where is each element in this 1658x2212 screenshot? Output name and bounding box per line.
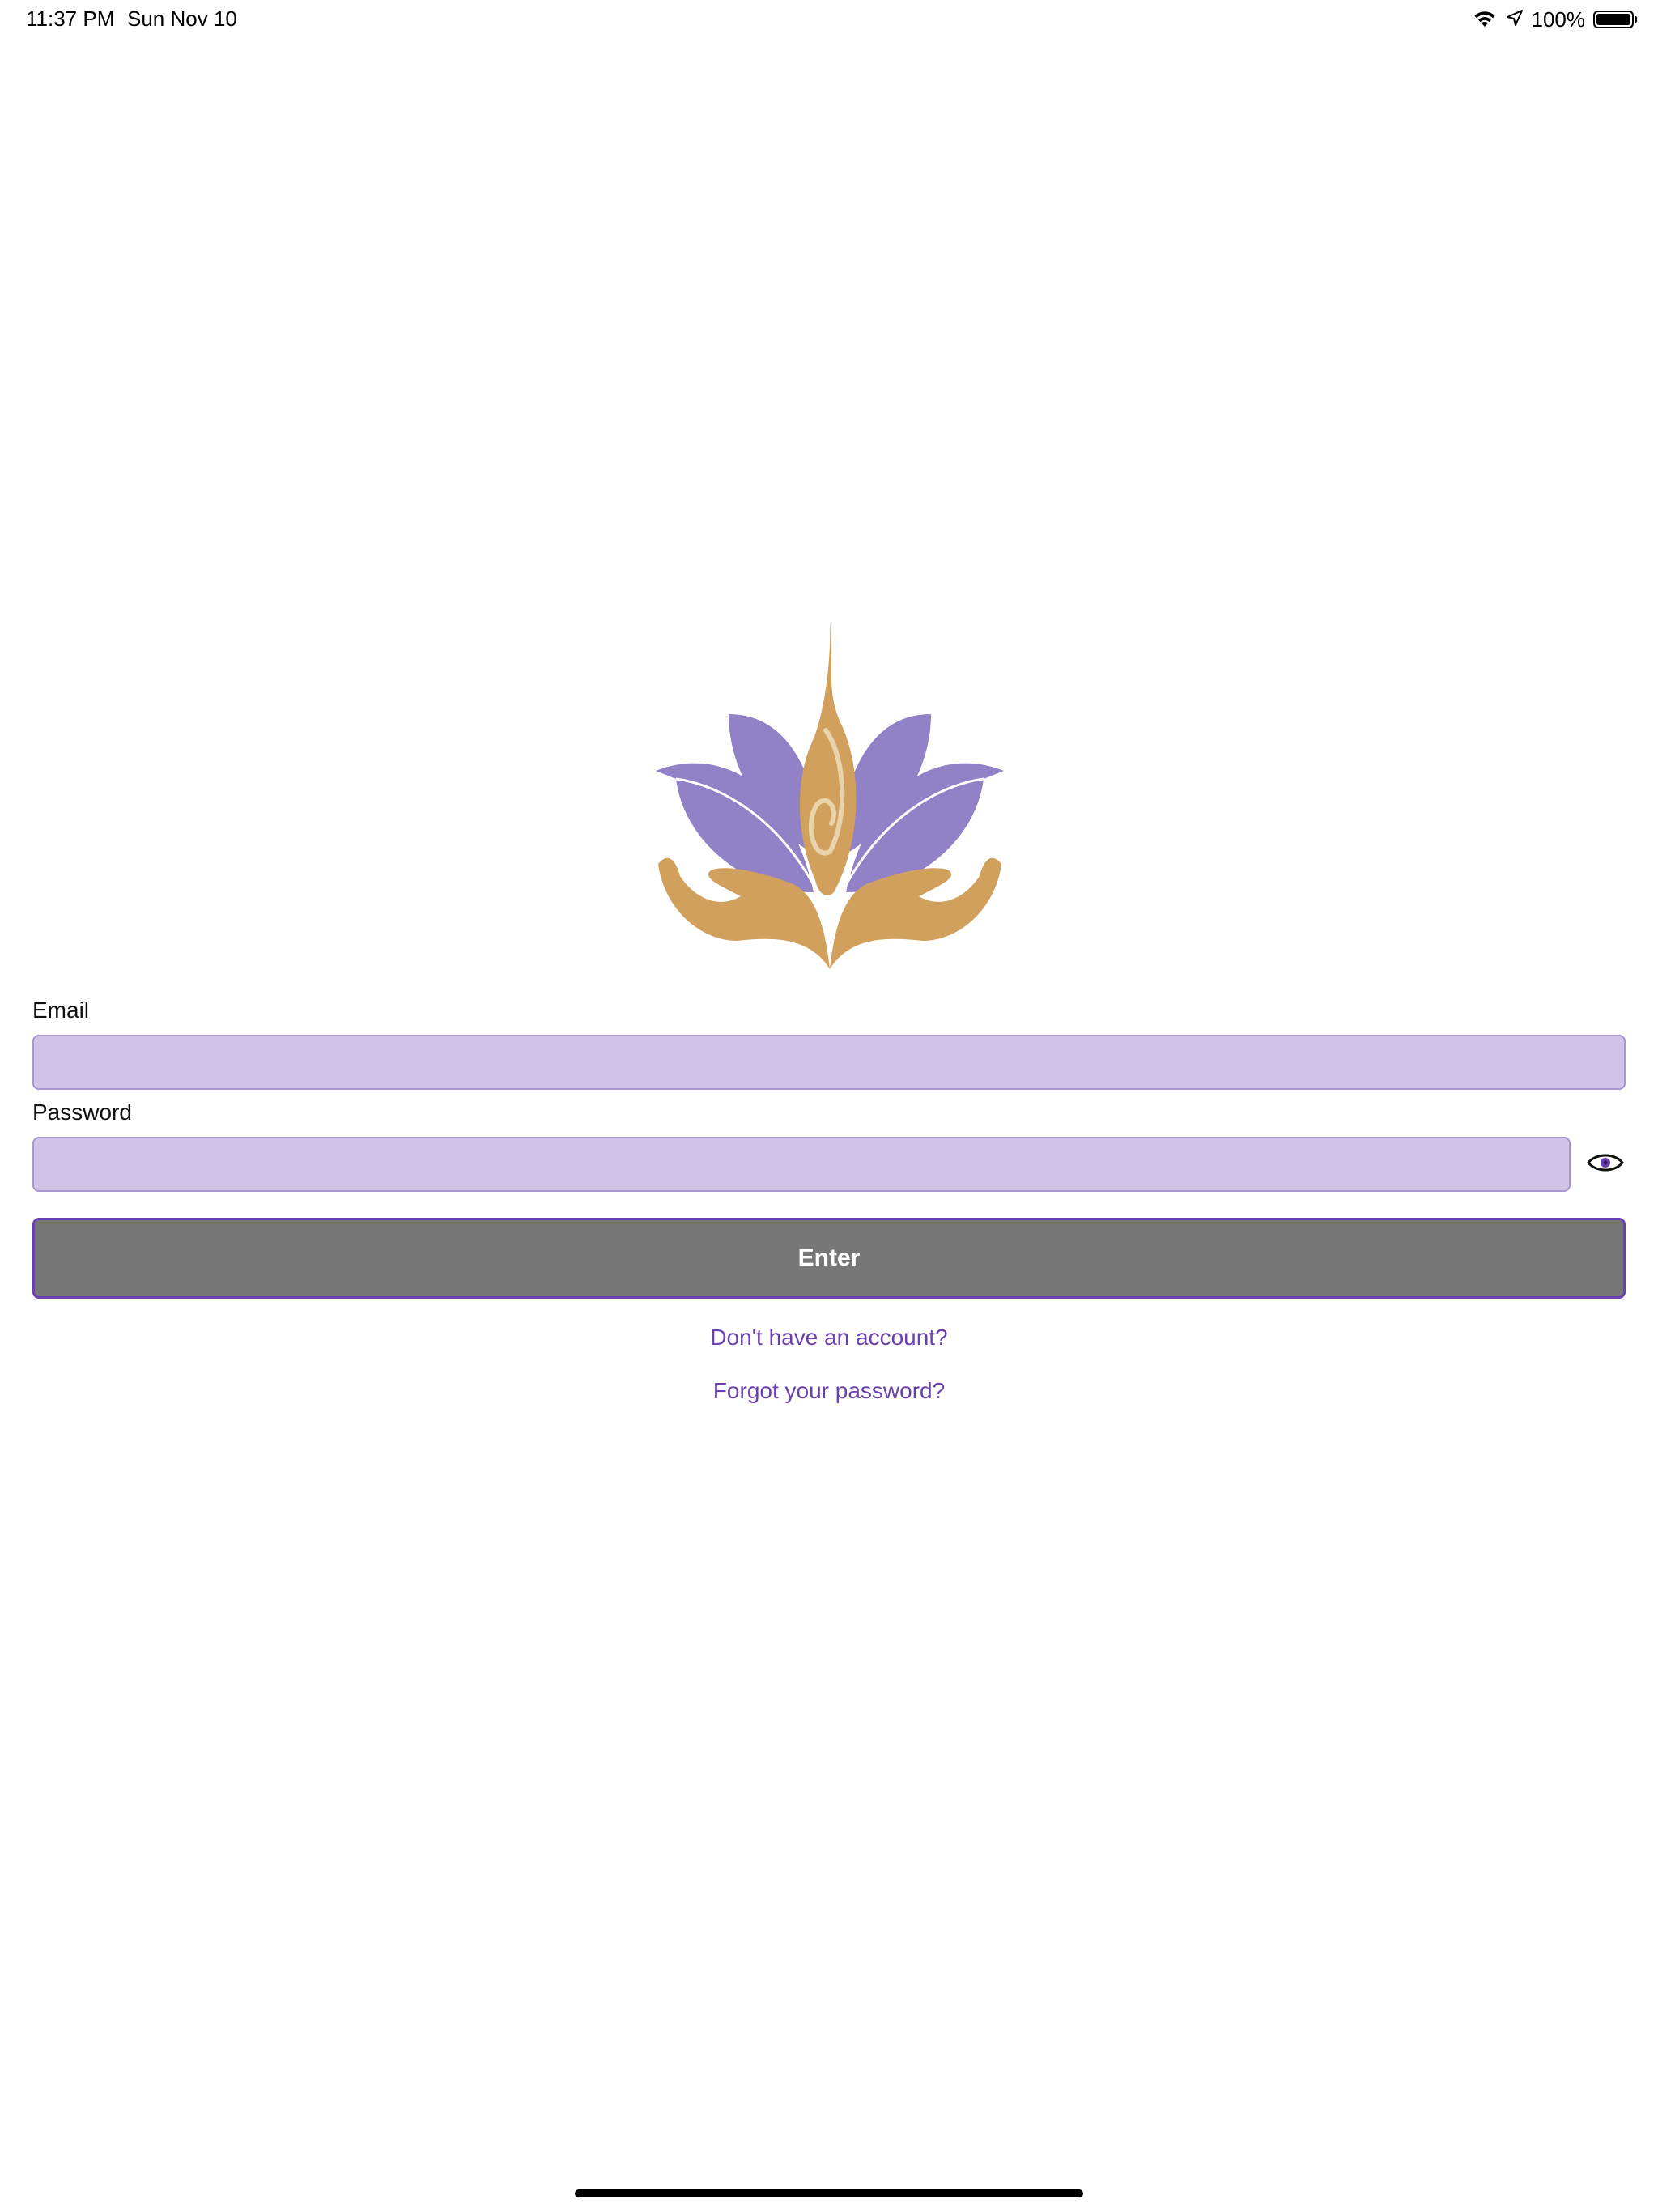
battery-percent: 100% xyxy=(1531,6,1586,32)
location-arrow-icon xyxy=(1506,9,1524,31)
lotus-hands-logo-icon xyxy=(652,617,1008,973)
password-label: Password xyxy=(32,1100,132,1125)
login-screen: 11:37 PM Sun Nov 10 100% Email Password … xyxy=(0,0,1658,2212)
status-indicators: 100% xyxy=(1472,5,1637,34)
email-field[interactable] xyxy=(32,1035,1626,1090)
forgot-password-link[interactable]: Forgot your password? xyxy=(0,1378,1658,1404)
home-indicator[interactable] xyxy=(575,2189,1083,2197)
show-password-toggle[interactable] xyxy=(1585,1148,1626,1180)
status-time: 11:37 PM xyxy=(26,6,115,31)
battery-icon xyxy=(1593,11,1637,28)
status-bar: 11:37 PM Sun Nov 10 100% xyxy=(0,0,1658,39)
enter-button[interactable]: Enter xyxy=(32,1218,1626,1299)
wifi-icon xyxy=(1472,7,1498,32)
email-label: Email xyxy=(32,998,90,1023)
eye-icon xyxy=(1586,1151,1625,1179)
status-date: Sun Nov 10 xyxy=(127,6,237,31)
signup-link[interactable]: Don't have an account? xyxy=(0,1325,1658,1351)
password-field[interactable] xyxy=(32,1137,1571,1192)
battery-fill xyxy=(1596,14,1630,25)
